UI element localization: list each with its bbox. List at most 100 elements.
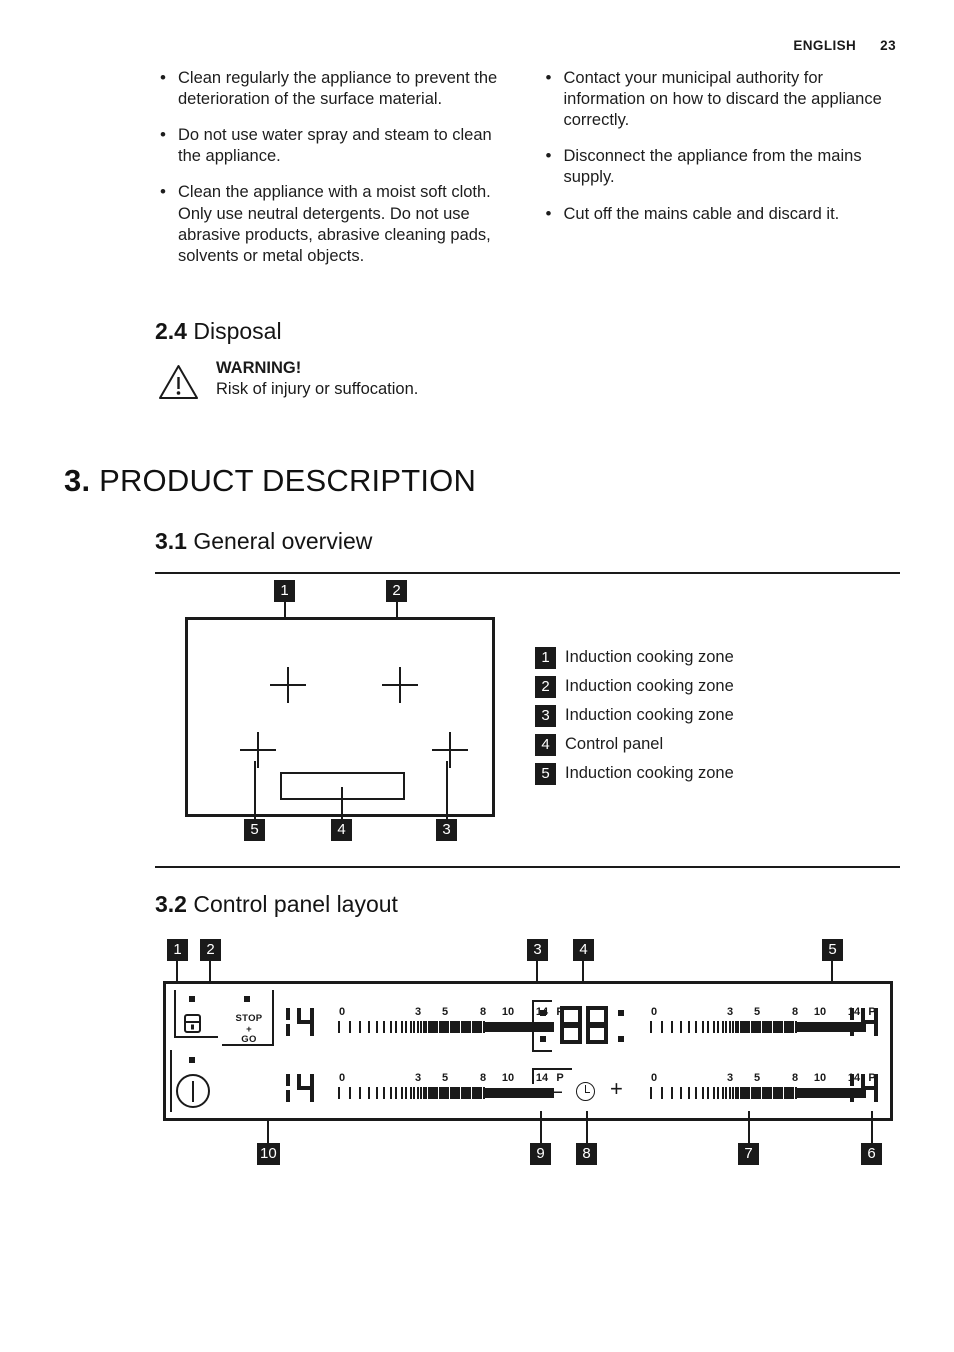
list-item: Clean regularly the appliance to prevent… <box>155 67 515 110</box>
scale-labels: 0 3 5 8 10 14 P <box>332 1006 564 1019</box>
scale-label-3: 3 <box>726 1072 734 1084</box>
cleaning-bullet-list: Clean regularly the appliance to prevent… <box>155 67 515 267</box>
hob-outline <box>185 617 495 817</box>
callout-tag-6: 6 <box>861 1143 882 1165</box>
callout-tag-5: 5 <box>822 939 843 961</box>
heat-display-right-bottom <box>850 1072 882 1106</box>
scale-tick <box>383 1021 386 1033</box>
timer-display <box>558 1004 612 1050</box>
list-item: Cut off the mains cable and discard it. <box>541 203 901 225</box>
callout-tag-7: 7 <box>738 1143 759 1165</box>
scale-tick <box>721 1021 724 1033</box>
callout-tag-1: 1 <box>167 939 188 961</box>
section-number: 3.2 <box>155 891 187 917</box>
callout-tag-1: 1 <box>274 580 295 602</box>
scale-tick <box>420 1087 423 1099</box>
warning-label: WARNING! <box>216 359 302 377</box>
legend-tag: 1 <box>535 646 556 669</box>
scale-tick <box>707 1087 710 1099</box>
scale-tick <box>405 1087 408 1099</box>
bullet-column-right: Contact your municipal authority for inf… <box>541 67 901 282</box>
callout-tag-2: 2 <box>200 939 221 961</box>
scale-label-8: 8 <box>791 1006 799 1018</box>
scale-tick <box>670 1021 673 1033</box>
scale-labels: 0 3 5 8 10 14 P <box>644 1072 876 1085</box>
chapter-title: PRODUCT DESCRIPTION <box>99 463 477 498</box>
scale-label-5: 5 <box>441 1072 449 1084</box>
header-language: ENGLISH <box>793 38 857 53</box>
timer-clock-icon[interactable] <box>576 1082 595 1101</box>
legend-tag: 4 <box>535 733 556 756</box>
chapter-heading: 3. PRODUCT DESCRIPTION <box>64 463 476 499</box>
scale-tick <box>725 1021 728 1033</box>
warning-description: Risk of injury or suffocation. <box>216 380 419 399</box>
scale-tick <box>383 1087 386 1099</box>
scale-tick <box>721 1087 724 1099</box>
scale-label-10: 10 <box>501 1006 515 1018</box>
scale-tick <box>670 1087 673 1099</box>
chapter-number: 3. <box>64 463 91 498</box>
scale-tick <box>687 1087 690 1099</box>
heat-slider-left-top[interactable]: 0 3 5 8 10 14 P <box>332 1006 564 1033</box>
figure-rule-top <box>155 572 900 574</box>
control-panel-figure: 1 2 3 4 5 STOP + GO 0 3 5 8 10 P 0 3 5 8… <box>155 935 900 1185</box>
section-heading-disposal: 2.4 Disposal <box>155 318 282 345</box>
scale-tick <box>661 1021 663 1033</box>
heat-slider-right-top[interactable]: 0 3 5 8 10 14 P <box>644 1006 876 1033</box>
section-title: General overview <box>193 528 373 554</box>
scale-tick <box>400 1021 403 1033</box>
legend-label: Control panel <box>565 735 664 753</box>
scale-tick <box>389 1087 392 1099</box>
leader-line-4 <box>341 787 343 819</box>
scale-tick <box>389 1021 392 1033</box>
scale-tick <box>409 1087 412 1099</box>
scale-tick <box>732 1087 735 1099</box>
lock-group-bracket <box>174 990 218 1038</box>
callout-tag-3: 3 <box>436 819 457 841</box>
scale-tick <box>695 1087 698 1099</box>
scale-tick <box>349 1087 351 1099</box>
legend-tag: 3 <box>535 704 556 727</box>
scale-label-0: 0 <box>650 1072 658 1084</box>
section-title: Control panel layout <box>193 891 398 917</box>
scale-label-3: 3 <box>414 1006 422 1018</box>
scale-label-5: 5 <box>753 1006 761 1018</box>
scale-tick <box>395 1021 398 1033</box>
leader-line-5 <box>254 761 256 819</box>
timer-led-top-left <box>540 1010 546 1016</box>
scale-tick <box>725 1087 728 1099</box>
figure-rule-bottom <box>155 866 900 868</box>
heat-slider-left-bottom[interactable]: 0 3 5 8 10 14 P <box>332 1072 564 1099</box>
legend-label: Induction cooking zone <box>565 764 734 782</box>
timer-plus-button[interactable]: + <box>610 1078 623 1100</box>
leader-line-9 <box>540 1111 542 1143</box>
list-item: Clean the appliance with a moist soft cl… <box>155 181 515 266</box>
timer-led-top-right <box>618 1010 624 1016</box>
scale-label-5: 5 <box>753 1072 761 1084</box>
scale-tick <box>375 1021 378 1033</box>
scale-tick <box>661 1087 663 1099</box>
scale-label-0: 0 <box>650 1006 658 1018</box>
scale-label-3: 3 <box>726 1006 734 1018</box>
callout-tag-4: 4 <box>331 819 352 841</box>
scale-tick <box>338 1087 340 1099</box>
scale-tick <box>338 1021 340 1033</box>
scale-label-10: 10 <box>813 1006 827 1018</box>
scale-tick <box>701 1021 704 1033</box>
leader-line-3 <box>446 761 448 819</box>
heat-display-right-top <box>850 1006 882 1040</box>
list-item: Do not use water spray and steam to clea… <box>155 124 515 167</box>
section-heading-control-panel: 3.2 Control panel layout <box>155 891 398 918</box>
section-title: Disposal <box>193 318 282 344</box>
manual-page: ENGLISH 2 3 Clean regularly the appliance… <box>0 0 954 1352</box>
callout-tag-8: 8 <box>576 1143 597 1165</box>
heat-slider-right-bottom[interactable]: 0 3 5 8 10 14 P <box>644 1072 876 1099</box>
leader-line-10 <box>267 1121 269 1143</box>
disposal-bullet-list: Contact your municipal authority for inf… <box>541 67 901 225</box>
bullet-column-left: Clean regularly the appliance to prevent… <box>155 67 515 282</box>
timer-minus-button[interactable]: — <box>540 1080 562 1102</box>
general-overview-figure: 1 2 5 4 3 1 Induction cooking zone 2 Ind… <box>155 575 900 863</box>
scale-tick <box>701 1087 704 1099</box>
scale-label-8: 8 <box>479 1006 487 1018</box>
scale-tick <box>712 1021 715 1033</box>
